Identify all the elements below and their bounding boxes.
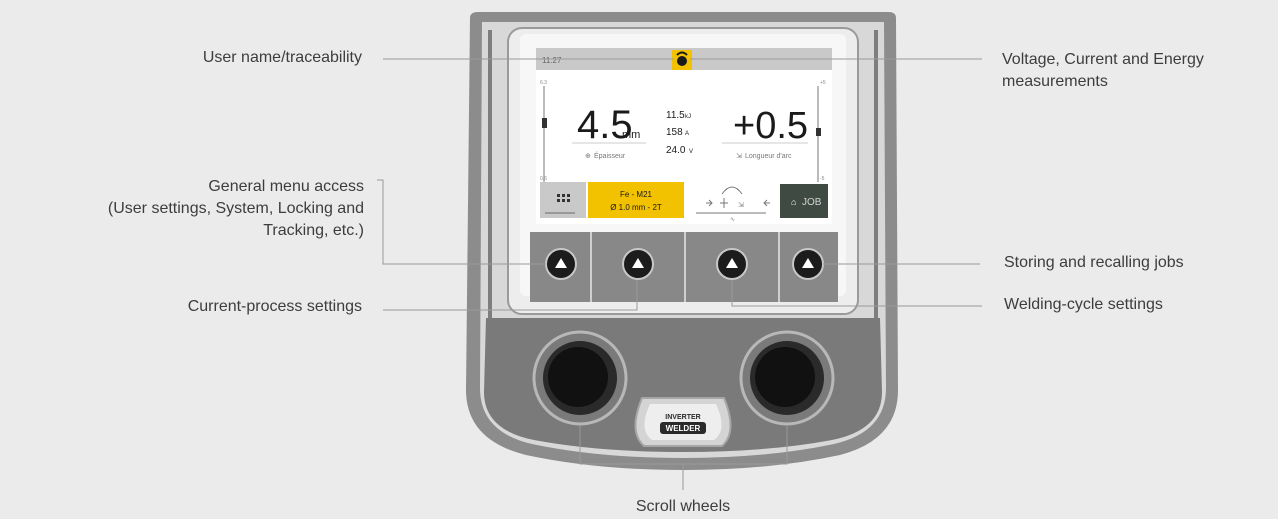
callout-general-menu: General menu access (User settings, Syst… bbox=[8, 176, 364, 242]
leader-current-process bbox=[383, 280, 638, 311]
callout-user-name: User name/traceability bbox=[202, 49, 362, 66]
callout-general-menu-line1: General menu access bbox=[208, 178, 364, 195]
leader-general-menu bbox=[377, 179, 546, 265]
callout-measurements: Voltage, Current and Energy measurements bbox=[1002, 51, 1204, 90]
leader-scroll-wheels bbox=[579, 425, 788, 465]
callout-general-menu-line3: Tracking, etc.) bbox=[263, 222, 364, 239]
callout-welding-cycle: Welding-cycle settings bbox=[1004, 296, 1163, 313]
leader-welding-cycle bbox=[731, 280, 982, 307]
callout-current-process: Current-process settings bbox=[187, 298, 362, 315]
callout-scroll-wheels: Scroll wheels bbox=[635, 498, 731, 515]
callout-general-menu-line2: (User settings, System, Locking and bbox=[107, 200, 364, 217]
callout-storing-jobs: Storing and recalling jobs bbox=[1004, 254, 1184, 271]
